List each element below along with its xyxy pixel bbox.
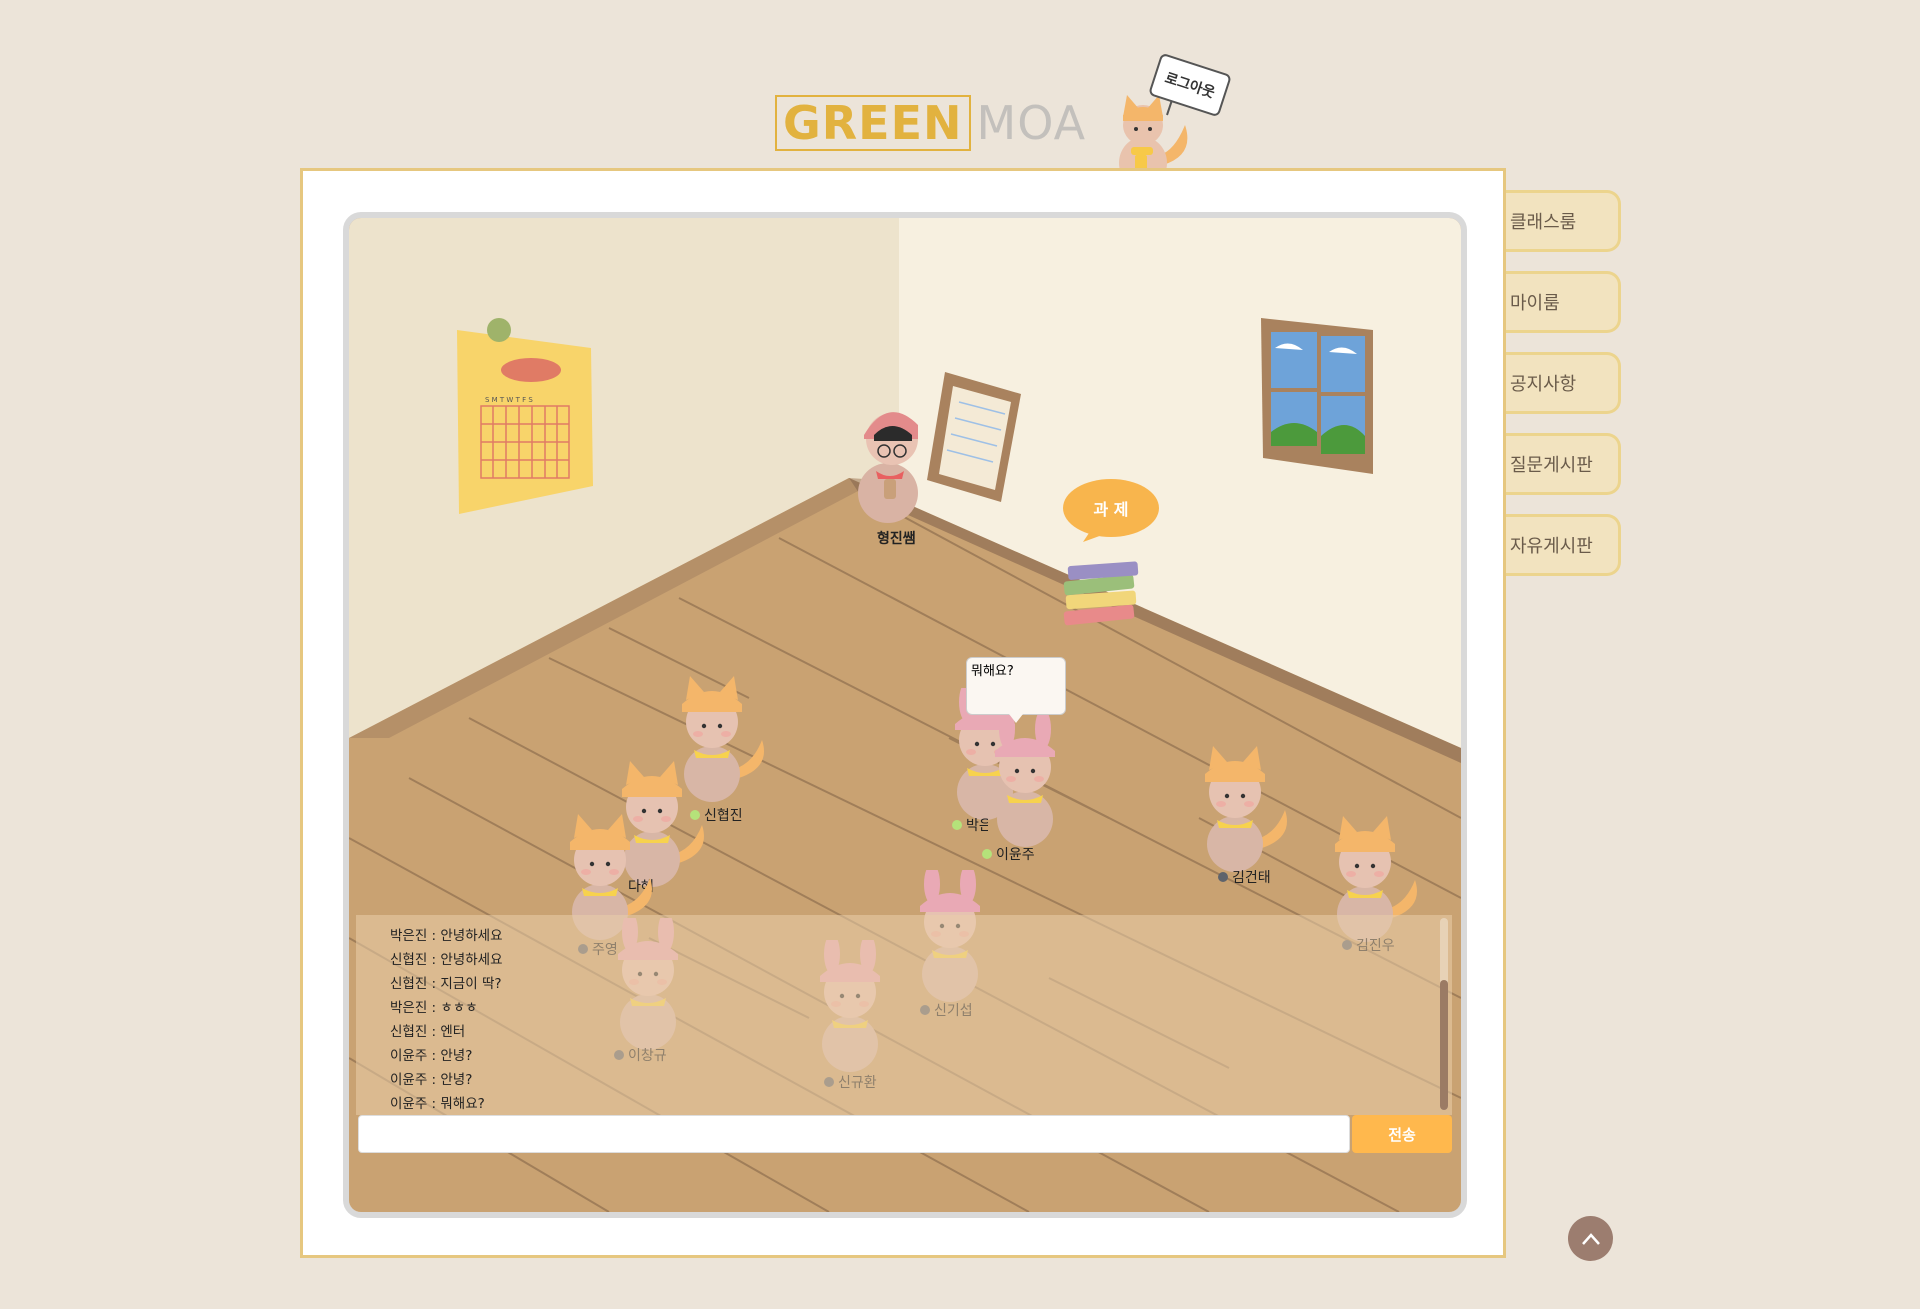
svg-text:S M T W T F S: S M T W T F S — [485, 396, 533, 404]
logo-moa-text: MOA — [976, 96, 1087, 150]
nav-label: 질문게시판 — [1510, 455, 1593, 476]
chat-message: 신협진 : 안녕하세요 — [390, 952, 503, 968]
task-button[interactable]: 과 제 — [1061, 478, 1161, 544]
character-name: 김건태 — [1218, 867, 1271, 887]
chevron-up-icon — [1581, 1232, 1600, 1245]
character-name-label: 이윤주 — [996, 847, 1035, 863]
chat-scrollbar-thumb[interactable] — [1440, 980, 1448, 1110]
chat-panel — [356, 915, 1452, 1115]
window-icon — [1261, 318, 1373, 474]
site-logo[interactable]: GREEN MOA — [775, 95, 1086, 151]
offline-status-dot — [1218, 872, 1228, 882]
fox-avatar-icon — [1205, 746, 1287, 872]
calendar-icon: S M T W T F S — [457, 318, 593, 514]
nav-notice[interactable]: 공지사항 — [1506, 352, 1621, 414]
nav-myroom[interactable]: 마이룸 — [1506, 271, 1621, 333]
teacher-avatar-icon — [858, 412, 918, 523]
logo-green-text: GREEN — [775, 95, 971, 151]
nav-label: 자유게시판 — [1510, 536, 1593, 557]
chat-message: 박은진 : 안녕하세요 — [390, 928, 503, 944]
scroll-top-button[interactable] — [1568, 1216, 1613, 1261]
character-teacher[interactable] — [848, 395, 928, 525]
character-name: 박은진 — [952, 815, 988, 835]
chat-message: 신협진 : 엔터 — [390, 1024, 466, 1040]
bunny-avatar-icon — [995, 715, 1055, 847]
send-button[interactable]: 전송 — [1352, 1115, 1452, 1153]
chat-message: 이윤주 : 안녕? — [390, 1072, 473, 1088]
character-fox[interactable] — [1195, 740, 1295, 880]
books-icon — [1063, 561, 1139, 626]
chat-message: 박은진 : ㅎㅎㅎ — [390, 1000, 478, 1016]
chat-message: 이윤주 : 뭐해요? — [390, 1096, 485, 1112]
nav-qna-board[interactable]: 질문게시판 — [1506, 433, 1621, 495]
speech-bubble-tail — [1009, 714, 1023, 723]
speech-bubble: 뭐해요? — [966, 657, 1066, 715]
nav-label: 마이룸 — [1510, 293, 1560, 314]
chat-input[interactable] — [358, 1115, 1350, 1153]
chat-message: 신협진 : 지금이 딱? — [390, 976, 502, 992]
character-name: 이윤주 — [982, 844, 1035, 864]
character-bunny[interactable] — [985, 715, 1085, 855]
nav-free-board[interactable]: 자유게시판 — [1506, 514, 1621, 576]
nav-label: 클래스룸 — [1510, 212, 1577, 233]
nav-classroom[interactable]: 클래스룸 — [1506, 190, 1621, 252]
character-name: 형진쌤 — [877, 531, 916, 547]
speech-text: 뭐해요? — [971, 664, 1014, 679]
online-status-dot — [952, 820, 962, 830]
nav-label: 공지사항 — [1510, 374, 1577, 395]
task-label: 과 제 — [1093, 500, 1128, 519]
chat-message: 이윤주 : 안녕? — [390, 1048, 473, 1064]
character-name-label: 김건태 — [1232, 870, 1271, 886]
online-status-dot — [982, 849, 992, 859]
